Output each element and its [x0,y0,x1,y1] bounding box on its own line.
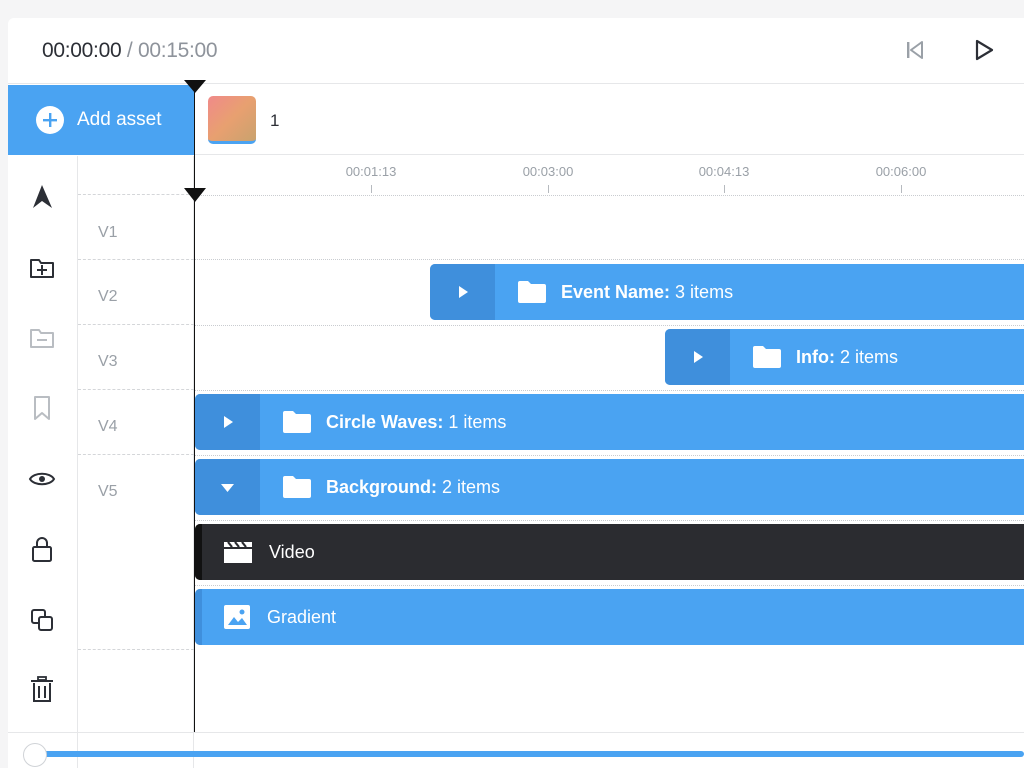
folder-icon [517,280,547,304]
bookmark-icon [34,396,50,420]
clip-event-name[interactable]: Event Name: 3 items [430,264,1024,320]
delete-button[interactable] [27,675,57,705]
bookmark-button[interactable] [27,393,57,423]
asset-bar: Add asset 1 [8,85,1024,155]
timecode-separator: / [121,39,138,62]
add-asset-label: Add asset [77,109,162,130]
clip-detail: 2 items [839,346,899,367]
remove-folder-icon [30,329,54,348]
ruler-tick-label: 00:03:00 [522,164,574,179]
track-label-v1: V1 [98,224,118,241]
scrubber-track[interactable] [38,751,1024,757]
collapse-toggle-button[interactable] [195,459,260,515]
play-icon [975,39,994,61]
clip-video[interactable]: Video [195,524,1024,580]
tool-sidebar [8,156,78,768]
zoom-scrubber [8,732,1024,768]
timecode-display: 00:00:00 / 00:15:00 [42,39,218,63]
select-tool-button[interactable] [27,182,57,212]
folder-icon [752,345,782,369]
track-divider [194,520,1024,521]
ruler-tick [901,185,902,193]
asset-count: 1 [270,111,280,130]
time-ruler[interactable]: 00:01:13 00:03:00 00:04:13 00:06:00 [194,156,1024,196]
track-divider [78,389,194,390]
clip-info[interactable]: Info: 2 items [665,329,1024,385]
track-label-v2: V2 [98,288,118,305]
expand-toggle-button[interactable] [195,394,260,450]
clip-name: Circle Waves: [326,411,444,432]
timeline-editor: 00:00:00 / 00:15:00 Add asset 1 V1 V2 V3… [8,18,1024,768]
track-divider [194,325,1024,326]
scrubber-handle[interactable] [23,743,47,767]
track-labels: V1 V2 V3 V4 V5 [78,156,194,768]
ruler-tick [724,185,725,193]
folder-icon [282,475,312,499]
plus-circle-icon [36,106,64,134]
transport-bar: 00:00:00 / 00:15:00 [8,18,1024,84]
track-divider [194,259,1024,260]
skip-to-start-icon [907,41,923,59]
clip-name: Gradient [267,606,337,627]
clip-name: Background: [326,476,438,497]
play-button[interactable] [971,37,997,63]
track-divider [78,454,194,455]
track-label-v5: V5 [98,483,118,500]
clip-background[interactable]: Background: 2 items [195,459,1024,515]
add-folder-button[interactable] [27,253,57,283]
caret-right-icon [223,416,233,428]
add-asset-button[interactable]: Add asset [8,85,194,155]
visibility-button[interactable] [27,464,57,494]
remove-folder-button[interactable] [27,323,57,353]
clip-name: Video [269,541,315,562]
caret-down-icon [221,483,234,492]
clip-edge [195,524,202,580]
playhead-handle[interactable] [184,80,206,93]
ruler-tick [371,185,372,193]
track-divider [78,324,194,325]
clip-detail: 3 items [675,281,734,302]
duplicate-button[interactable] [27,605,57,635]
trash-icon [31,676,53,702]
clip-detail: 2 items [442,476,501,497]
clip-circle-waves[interactable]: Circle Waves: 1 items [195,394,1024,450]
ruler-tick-label: 00:01:13 [345,164,397,179]
clapperboard-icon [223,540,253,564]
playhead-line [194,90,195,732]
caret-right-icon [693,351,703,363]
folder-icon [282,410,312,434]
ruler-tick-label: 00:04:13 [698,164,750,179]
expand-toggle-button[interactable] [430,264,495,320]
clip-name: Info: [796,346,835,367]
playhead-marker[interactable] [184,188,206,202]
track-divider [78,194,194,195]
eye-icon [28,472,56,486]
clip-detail: 1 items [448,411,507,432]
track-label-v3: V3 [98,353,118,370]
track-divider [194,585,1024,586]
track-divider [194,455,1024,456]
track-area: Event Name: 3 items Info: 2 items Circle… [194,196,1024,736]
clip-gradient[interactable]: Gradient [195,589,1024,645]
add-folder-icon [30,259,54,278]
track-divider [78,259,194,260]
expand-toggle-button[interactable] [665,329,730,385]
duplicate-icon [31,609,53,631]
clip-edge [195,589,202,645]
lock-button[interactable] [27,534,57,564]
skip-to-start-button[interactable] [902,37,928,63]
ruler-tick [548,185,549,193]
total-duration: 00:15:00 [137,39,218,62]
image-icon [223,604,251,630]
clip-name: Event Name: [561,281,671,302]
current-time: 00:00:00 [42,39,122,62]
lock-icon [32,537,52,562]
pointer-arrow-icon [33,185,52,208]
asset-thumbnail[interactable] [208,96,256,144]
caret-right-icon [458,286,468,298]
track-divider [194,390,1024,391]
ruler-tick-label: 00:06:00 [875,164,927,179]
track-label-v4: V4 [98,418,118,435]
track-divider [78,649,194,650]
